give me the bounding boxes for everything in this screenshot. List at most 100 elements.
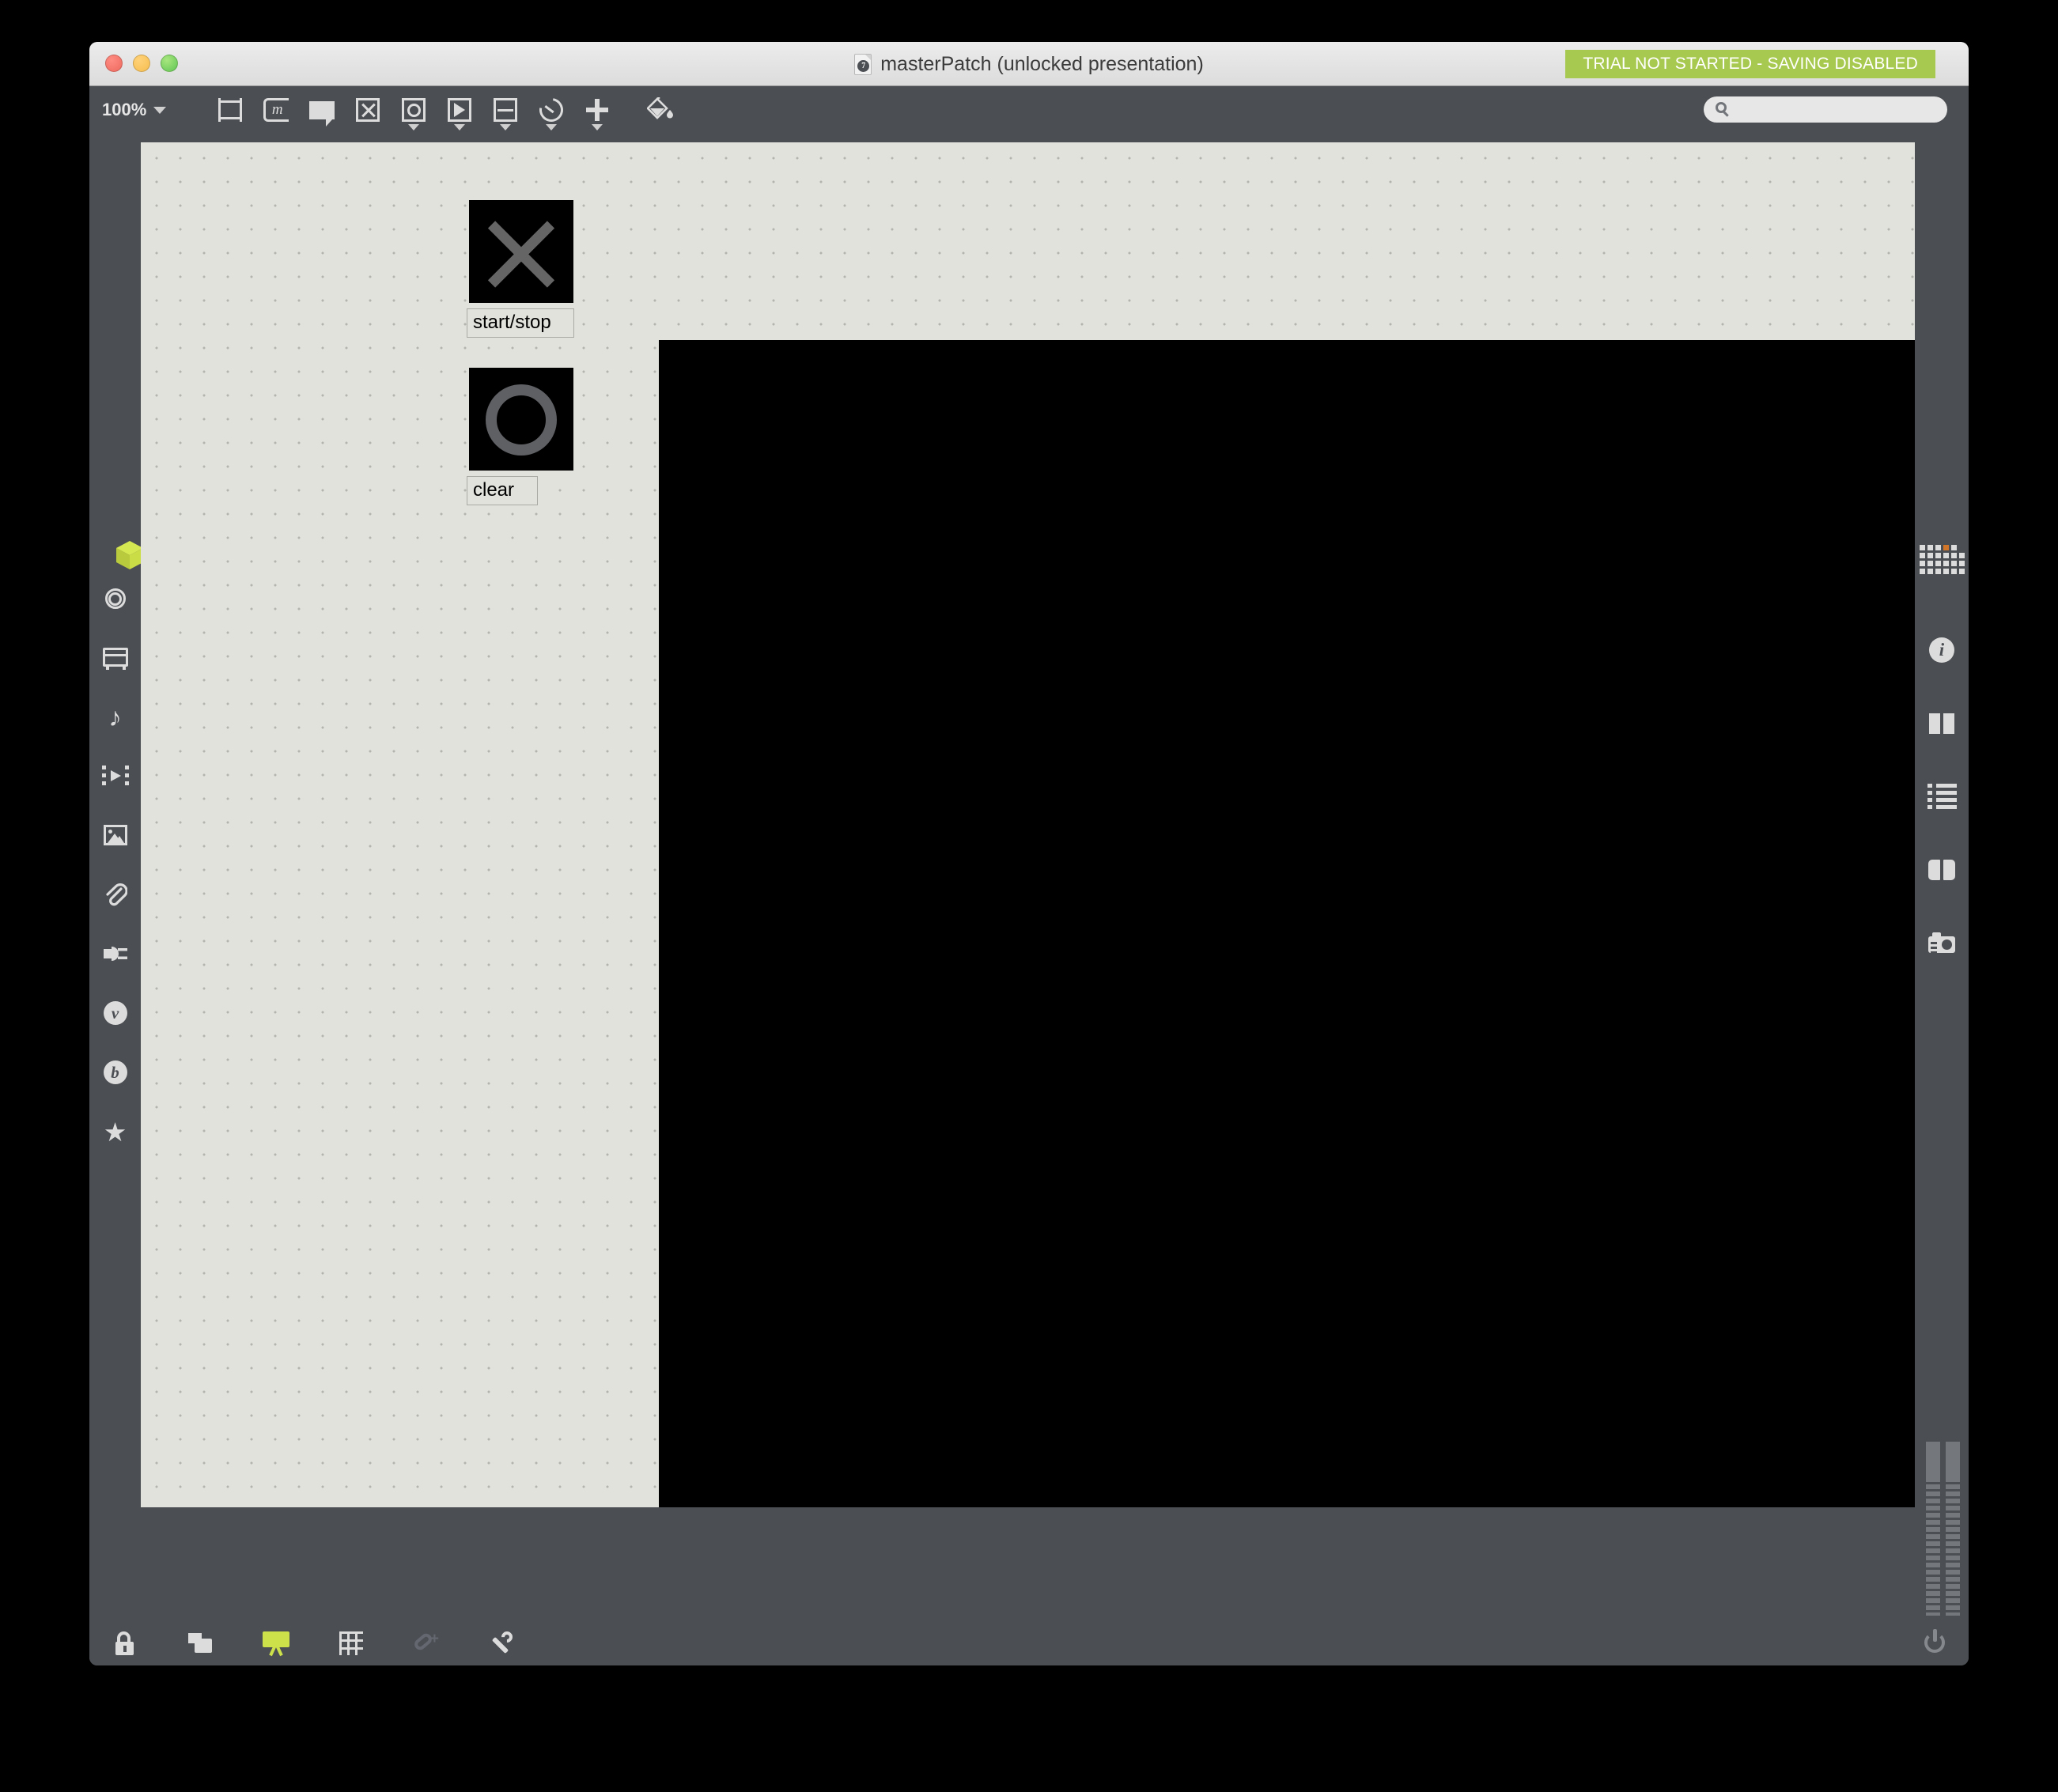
grid-icon	[339, 1631, 363, 1655]
zoom-level-control[interactable]: 100%	[102, 100, 167, 120]
bottom-tool-group: +	[89, 1620, 524, 1665]
chevron-down-icon	[153, 106, 167, 114]
rack-icon	[102, 648, 128, 670]
page-title: masterPatch (unlocked presentation)	[880, 52, 1204, 75]
target-icon	[104, 588, 126, 609]
slider-icon	[494, 98, 518, 122]
layers-icon	[188, 1632, 214, 1654]
film-play-icon	[101, 766, 129, 786]
sidebar-item-devices[interactable]	[89, 635, 141, 679]
presentation-mode-button[interactable]	[253, 1620, 299, 1665]
search-icon	[1716, 102, 1727, 113]
message-box-icon: m	[263, 98, 289, 122]
message-box-tool[interactable]: m	[253, 88, 299, 132]
list-icon	[1927, 784, 1957, 809]
toggle-icon	[356, 98, 380, 122]
toggle-tool[interactable]	[345, 88, 391, 132]
sidebar-item-snapshot[interactable]	[1915, 921, 1969, 965]
image-icon	[103, 825, 127, 845]
slider-tool[interactable]	[482, 88, 528, 132]
sidebar-item-snapshots[interactable]	[89, 577, 141, 621]
sidebar-item-images[interactable]	[89, 813, 141, 857]
music-note-icon: ♪	[108, 701, 122, 732]
paint-bucket-icon	[647, 97, 674, 119]
paint-bucket-tool[interactable]	[637, 88, 683, 132]
object-box-icon	[218, 98, 243, 122]
camera-icon	[1928, 932, 1955, 953]
meter-left	[1926, 1442, 1940, 1616]
search-input[interactable]	[1704, 96, 1947, 123]
edit-lock-button[interactable]	[103, 1620, 149, 1665]
circle-glyph-icon	[486, 384, 557, 456]
comment-start-stop[interactable]: start/stop	[467, 308, 574, 338]
chevron-down-icon[interactable]	[500, 124, 512, 130]
dial-icon	[535, 93, 569, 127]
chevron-down-icon[interactable]	[592, 124, 603, 130]
comment-clear[interactable]: clear	[467, 476, 538, 505]
vizzie-icon: v	[103, 1001, 127, 1025]
sidebar-item-audio[interactable]: ♪	[89, 694, 141, 739]
unlock-icon	[115, 1631, 136, 1655]
bang-icon	[402, 98, 426, 122]
sidebar-item-parameters[interactable]	[1915, 774, 1969, 818]
power-icon-stem	[1933, 1629, 1937, 1642]
comment-tool[interactable]	[299, 88, 345, 132]
more-objects-tool[interactable]	[574, 88, 620, 132]
patcher-inspector-button[interactable]	[479, 1620, 524, 1665]
button-tool[interactable]	[391, 88, 437, 132]
audio-level-meters	[1926, 1442, 1960, 1616]
sidebar-item-favorites[interactable]: ★	[89, 1110, 141, 1154]
zoom-button[interactable]	[161, 55, 178, 72]
zoom-level-value: 100%	[102, 100, 147, 119]
audio-power-button[interactable]	[1924, 1629, 1951, 1656]
snap-to-grid-button[interactable]	[328, 1620, 374, 1665]
paperclip-icon	[105, 883, 127, 906]
chevron-down-icon[interactable]	[454, 124, 466, 130]
right-sidebar: i	[1915, 134, 1969, 1620]
sidebar-item-attachments[interactable]	[89, 872, 141, 917]
add-attachment-button[interactable]: +	[403, 1620, 449, 1665]
book-icon	[1928, 860, 1955, 880]
close-button[interactable]	[105, 55, 123, 72]
info-icon: i	[1929, 637, 1954, 663]
patching-presentation-button[interactable]	[178, 1620, 224, 1665]
wrench-icon	[490, 1628, 515, 1655]
dial-tool[interactable]	[528, 88, 574, 132]
beap-icon: b	[103, 1060, 127, 1084]
sidebar-item-video[interactable]	[89, 754, 141, 798]
sidebar-item-reference[interactable]	[1915, 848, 1969, 892]
sidebar-item-beap[interactable]: b	[89, 1050, 141, 1094]
presentation-icon	[263, 1631, 289, 1656]
horizontal-bar-icon	[497, 108, 514, 112]
minimize-button[interactable]	[133, 55, 150, 72]
ui-playback-tool[interactable]	[437, 88, 482, 132]
sidebar-item-vizzie[interactable]: v	[89, 991, 141, 1035]
object-box-tool[interactable]	[207, 88, 253, 132]
add-attachment-icon: +	[412, 1631, 439, 1655]
chevron-down-icon[interactable]	[546, 124, 558, 130]
panes-icon	[1929, 713, 1954, 734]
sidebar-item-panes[interactable]	[1915, 701, 1969, 746]
patcher-canvas[interactable]: start/stop clear	[141, 142, 1915, 1507]
sidebar-item-object-explorer[interactable]	[1915, 537, 1969, 581]
sidebar-item-connections[interactable]	[89, 932, 141, 976]
comment-icon	[309, 100, 335, 127]
patcher-window: 7 masterPatch (unlocked presentation) TR…	[89, 42, 1969, 1665]
chevron-down-icon[interactable]	[408, 124, 420, 130]
x-glyph-icon	[360, 102, 376, 118]
bang-object[interactable]	[469, 368, 573, 471]
meter-right	[1946, 1442, 1960, 1616]
jit-pwindow[interactable]	[659, 340, 1915, 1507]
left-sidebar: ♪ v b ★	[89, 134, 143, 1620]
toggle-object[interactable]	[469, 200, 573, 303]
play-glyph-icon	[454, 103, 466, 117]
star-icon: ★	[103, 1117, 127, 1147]
sidebar-item-packages[interactable]	[89, 518, 143, 569]
search-box[interactable]	[1704, 96, 1947, 123]
trial-status-banner: TRIAL NOT STARTED - SAVING DISABLED	[1565, 50, 1935, 78]
title-bar: 7 masterPatch (unlocked presentation) TR…	[89, 42, 1969, 86]
plus-icon	[586, 99, 609, 121]
sidebar-item-inspector[interactable]: i	[1915, 628, 1969, 672]
play-box-icon	[448, 98, 472, 122]
top-toolbar: 100% m	[89, 86, 1969, 134]
